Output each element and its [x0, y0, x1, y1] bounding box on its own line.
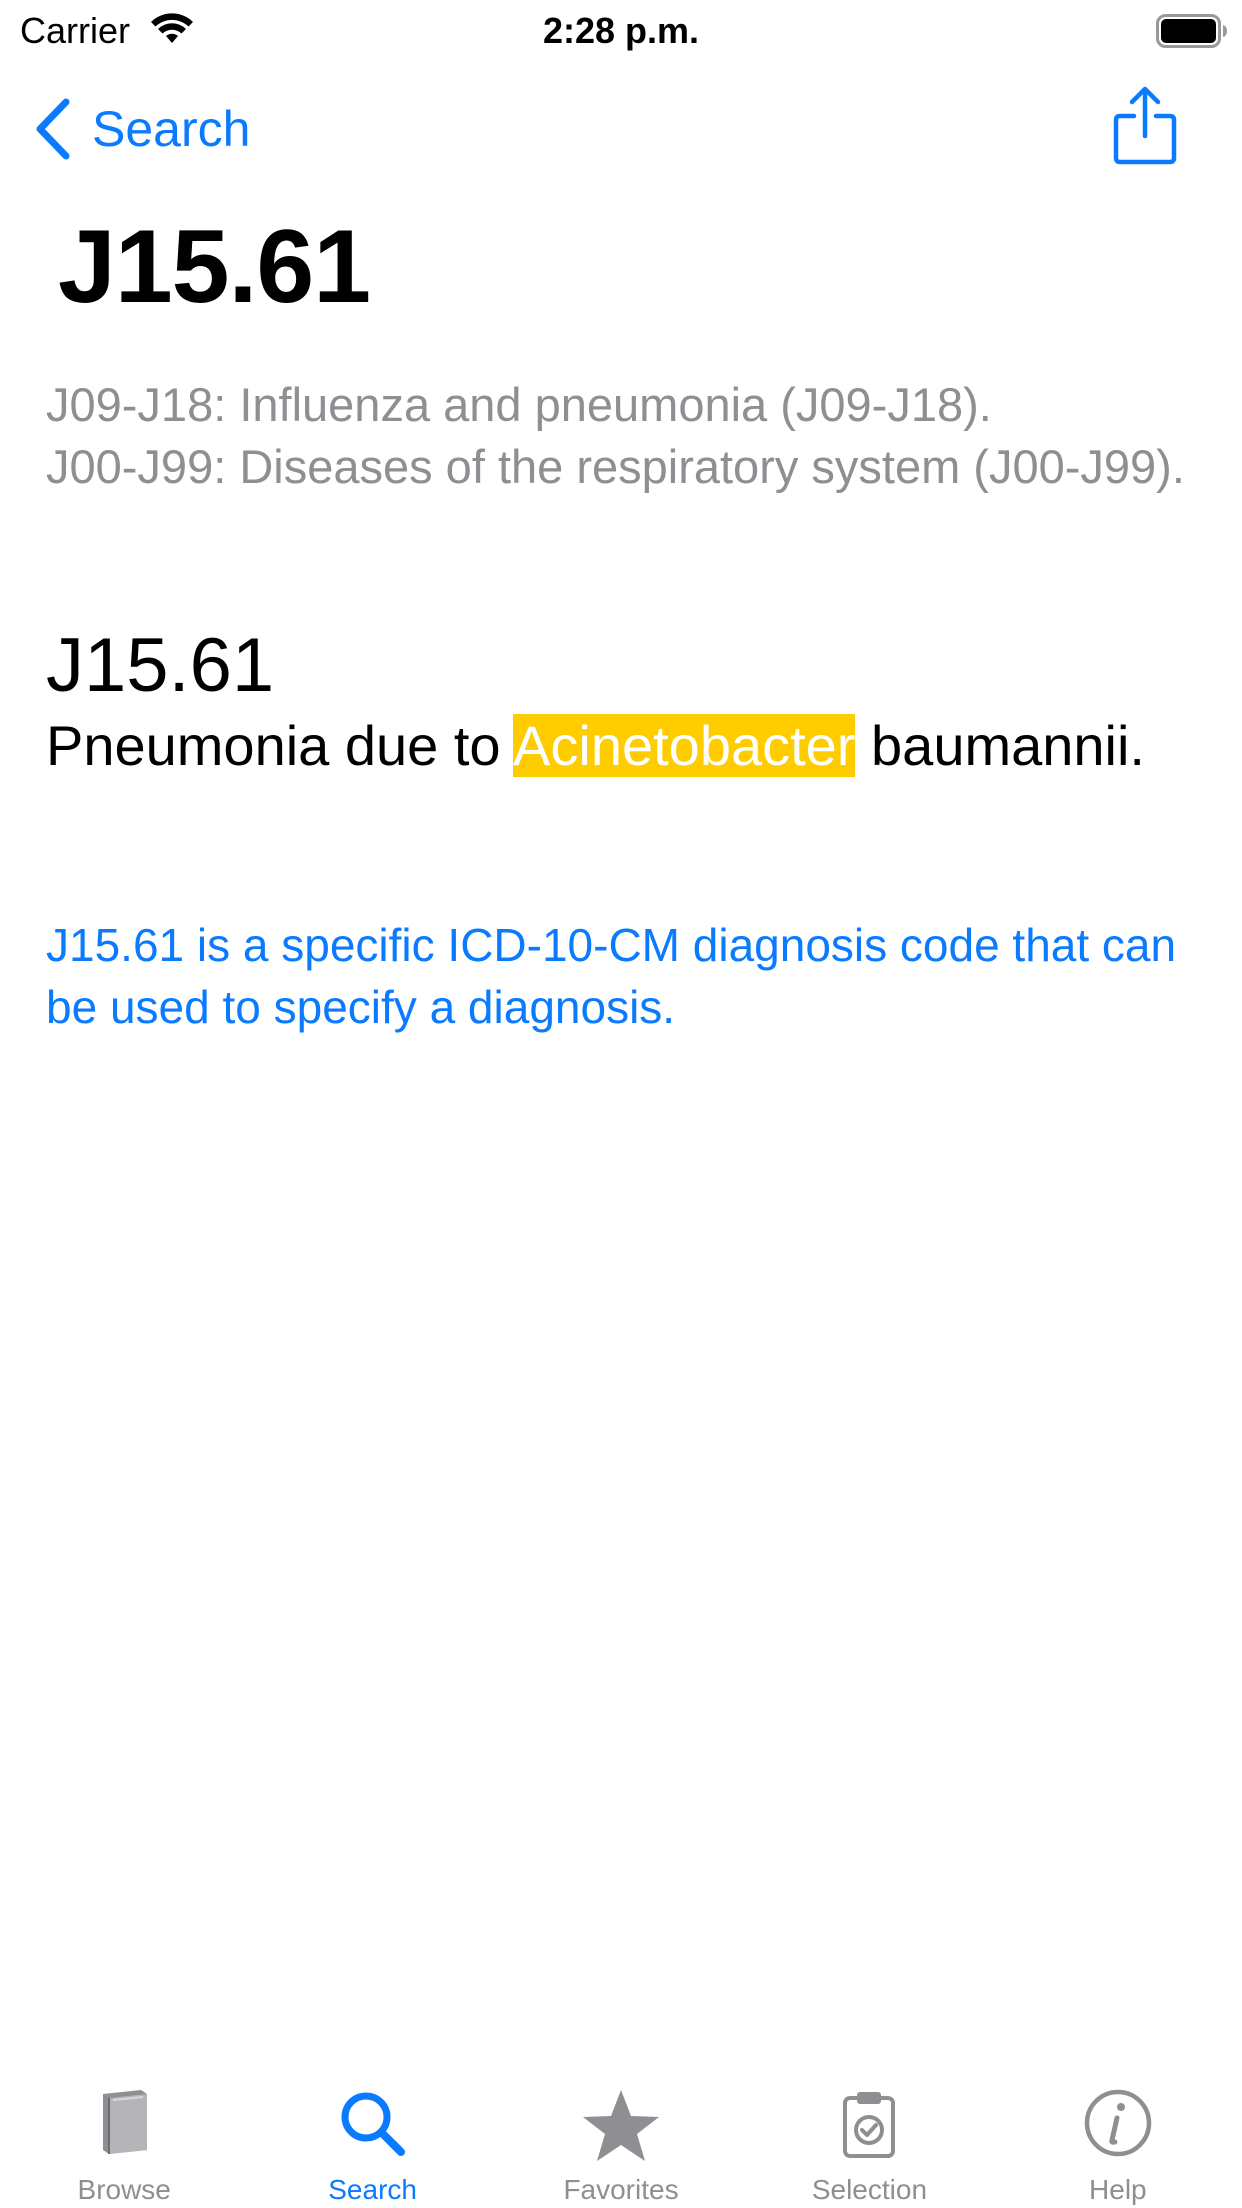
chevron-left-icon: [36, 98, 70, 160]
battery-icon: [1156, 14, 1227, 48]
hierarchy-line: J00-J99: Diseases of the respiratory sys…: [46, 440, 1185, 493]
code-description: Pneumonia due to Acinetobacter baumannii…: [46, 710, 1196, 782]
tab-help[interactable]: Help: [994, 2070, 1242, 2208]
tab-label: Browse: [77, 2174, 171, 2205]
magnifier-icon: [341, 2092, 405, 2156]
code-label: J15.61: [46, 623, 275, 708]
code-info-text: J15.61 is a specific ICD-10-CM diagnosis…: [46, 919, 1177, 1033]
description-text: Pneumonia due to: [46, 714, 514, 777]
tab-label: Search: [328, 2174, 417, 2205]
tab-bar: Browse Search Favorites Selection Help: [0, 2070, 1242, 2208]
description-text: baumannii.: [855, 714, 1145, 777]
status-bar: Carrier 2:28 p.m.: [0, 0, 1242, 62]
info-icon: [1084, 2089, 1152, 2157]
tab-favorites[interactable]: Favorites: [497, 2070, 745, 2208]
tab-search[interactable]: Search: [248, 2070, 496, 2208]
back-button[interactable]: Search: [34, 94, 250, 164]
hierarchy-text: J09-J18: Influenza and pneumonia (J09-J1…: [46, 374, 1196, 498]
tab-browse[interactable]: Browse: [0, 2070, 248, 2208]
hierarchy-line: J09-J18: Influenza and pneumonia (J09-J1…: [46, 378, 992, 431]
clipboard-check-icon: [843, 2092, 896, 2158]
tab-label: Help: [1089, 2174, 1147, 2205]
status-time: 2:28 p.m.: [542, 10, 700, 51]
star-icon: [583, 2090, 660, 2161]
search-match-highlight: Acinetobacter: [513, 714, 856, 777]
page-title: J15.61: [58, 209, 371, 325]
tab-selection[interactable]: Selection: [745, 2070, 993, 2208]
share-icon[interactable]: [1112, 86, 1178, 166]
book-icon: [103, 2090, 148, 2154]
tab-label: Favorites: [563, 2174, 679, 2205]
back-button-label: Search: [92, 101, 251, 157]
tab-label: Selection: [811, 2174, 928, 2205]
